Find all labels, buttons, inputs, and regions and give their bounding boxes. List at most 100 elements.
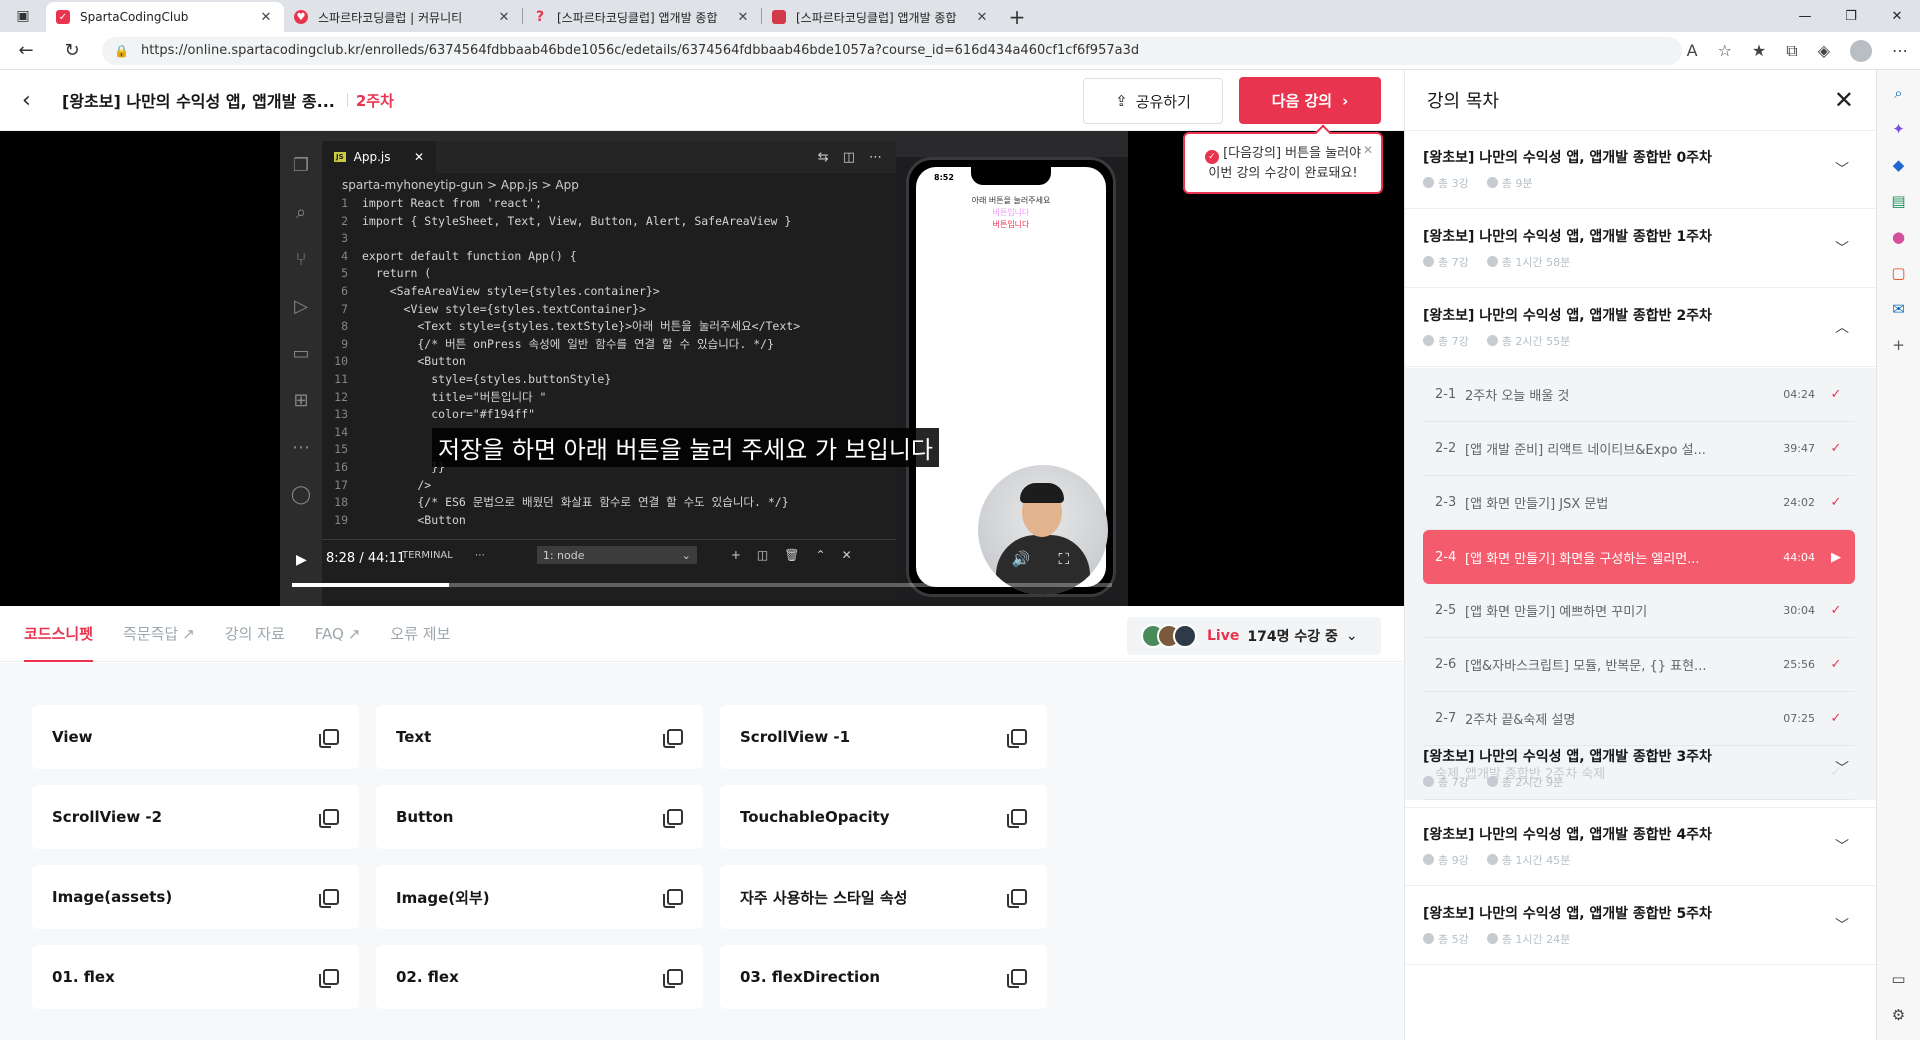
toc-week[interactable]: [왕초보] 나만의 수익성 앱, 앱개발 종합반 3주차 총 7강 총 2시간 9분… bbox=[1405, 730, 1876, 808]
copy-icon[interactable] bbox=[319, 729, 339, 748]
share-button[interactable]: ⇪ 공유하기 bbox=[1083, 78, 1223, 124]
copy-icon[interactable] bbox=[1007, 889, 1027, 908]
copilot-icon[interactable]: ✦ bbox=[1888, 118, 1910, 140]
copy-icon[interactable] bbox=[319, 969, 339, 988]
more-icon[interactable]: ⋮ bbox=[1097, 550, 1112, 568]
toc-week[interactable]: [왕초보] 나만의 수익성 앱, 앱개발 종합반 1주차 총 7강 총 1시간 58… bbox=[1405, 210, 1876, 288]
close-tab-icon[interactable]: ✕ bbox=[496, 10, 512, 25]
fullscreen-icon[interactable]: ⛶ bbox=[1058, 550, 1069, 568]
video-player[interactable]: ❐ ⌕ ⑂ ▷ ▭ ⊞ ⋯ ◯ JS App.js ✕ ⇆ ◫ ⋯ sparta… bbox=[0, 131, 1404, 606]
close-window-icon[interactable]: ✕ bbox=[1874, 0, 1920, 32]
back-arrow-icon[interactable]: ‹ bbox=[22, 88, 62, 113]
snippet-card[interactable]: ScrollView -1 bbox=[720, 705, 1047, 769]
tab-code-snippet[interactable]: 코드스니펫 bbox=[24, 606, 94, 662]
next-lecture-button[interactable]: 다음 강의 › bbox=[1239, 77, 1381, 124]
add-sidebar-icon[interactable]: + bbox=[1888, 334, 1910, 356]
lesson-item[interactable]: 2-2 [앱 개발 준비] 리액트 네이티브&Expo 설... 39:47 ✓ bbox=[1423, 422, 1855, 476]
snippet-card[interactable]: 03. flexDirection bbox=[720, 945, 1047, 1009]
copy-icon[interactable] bbox=[663, 969, 683, 988]
copy-icon[interactable] bbox=[1007, 809, 1027, 828]
extension-icon[interactable]: ◈ bbox=[1818, 41, 1830, 60]
close-tab-icon[interactable]: ✕ bbox=[974, 10, 990, 25]
lesson-count-text: 총 7강 bbox=[1438, 335, 1469, 348]
snippet-card[interactable]: Image(assets) bbox=[32, 865, 359, 929]
copy-icon[interactable] bbox=[319, 809, 339, 828]
tab-report-error[interactable]: 오류 제보 bbox=[390, 606, 450, 662]
volume-icon[interactable]: 🔊 bbox=[1012, 550, 1031, 568]
favorites-icon[interactable]: ★ bbox=[1752, 41, 1766, 60]
lesson-number: 2-2 bbox=[1435, 441, 1457, 456]
profile-avatar-icon[interactable] bbox=[1850, 39, 1872, 62]
toc-week[interactable]: [왕초보] 나만의 수익성 앱, 앱개발 종합반 0주차 총 3강 총 9분 ﹀ bbox=[1405, 131, 1876, 209]
tools-icon[interactable]: ▤ bbox=[1888, 190, 1910, 212]
tab-title: 스파르타코딩클럽 | 커뮤니티 bbox=[318, 10, 463, 25]
shopping-icon[interactable]: ◆ bbox=[1888, 154, 1910, 176]
snippet-card[interactable]: Button bbox=[376, 785, 703, 849]
lesson-item[interactable]: 2-4 [앱 화면 만들기] 화면을 구성하는 엘리먼... 44:04 ▶ bbox=[1423, 530, 1855, 584]
back-icon[interactable]: ← bbox=[6, 35, 46, 67]
close-tab-icon[interactable]: ✕ bbox=[735, 10, 751, 25]
lesson-item[interactable]: 2-3 [앱 화면 만들기] JSX 문법 24:02 ✓ bbox=[1423, 476, 1855, 530]
snippet-card[interactable]: Text bbox=[376, 705, 703, 769]
copy-icon[interactable] bbox=[1007, 969, 1027, 988]
lesson-item[interactable]: 2-5 [앱 화면 만들기] 예쁘하면 꾸미기 30:04 ✓ bbox=[1423, 584, 1855, 638]
close-icon[interactable]: ✕ bbox=[1363, 140, 1373, 160]
tab-actions-icon[interactable]: ▣ bbox=[0, 0, 46, 32]
tab-faq[interactable]: FAQ ↗ bbox=[315, 606, 361, 662]
video-subtitle: 저장을 하면 아래 버튼을 눌러 주세요 가 보입니다 bbox=[432, 428, 940, 467]
refresh-icon[interactable]: ↻ bbox=[52, 35, 92, 67]
office-icon[interactable]: ▢ bbox=[1888, 262, 1910, 284]
snippet-card[interactable]: 01. flex bbox=[32, 945, 359, 1009]
sidebar-layout-icon[interactable]: ▭ bbox=[1888, 968, 1910, 990]
lock-icon[interactable]: 🔒 bbox=[114, 44, 129, 58]
live-viewers-dropdown[interactable]: Live 174명 수강 중 ⌄ bbox=[1127, 617, 1381, 655]
chevron-up-icon[interactable]: ︿ bbox=[1835, 317, 1849, 337]
chevron-down-icon[interactable]: ﹀ bbox=[1835, 836, 1849, 856]
snippet-card[interactable]: 02. flex bbox=[376, 945, 703, 1009]
play-icon[interactable]: ▶ bbox=[296, 552, 307, 568]
outlook-icon[interactable]: ✉ bbox=[1888, 298, 1910, 320]
code-line: 11 style={styles.buttonStyle} bbox=[322, 371, 896, 389]
copy-icon[interactable] bbox=[319, 889, 339, 908]
tab-qna[interactable]: 즉문즉답 ↗ bbox=[123, 606, 195, 662]
copy-icon[interactable] bbox=[663, 729, 683, 748]
browser-tab-3[interactable]: [스파르타코딩클럽] 앱개발 종합 ✕ bbox=[762, 2, 1000, 32]
snippet-card[interactable]: ScrollView -2 bbox=[32, 785, 359, 849]
chevron-down-icon[interactable]: ﹀ bbox=[1835, 758, 1849, 778]
close-tab-icon[interactable]: ✕ bbox=[258, 10, 274, 25]
toc-week[interactable]: [왕초보] 나만의 수익성 앱, 앱개발 종합반 2주차 총 7강 총 2시간 55… bbox=[1405, 289, 1876, 367]
restore-icon[interactable]: ❐ bbox=[1828, 0, 1874, 32]
browser-tab-1[interactable]: ♥ 스파르타코딩클럽 | 커뮤니티 ✕ bbox=[284, 2, 522, 32]
toc-week[interactable]: [왕초보] 나만의 수익성 앱, 앱개발 종합반 5주차 총 5강 총 1시간 24… bbox=[1405, 887, 1876, 965]
games-icon[interactable]: ● bbox=[1888, 226, 1910, 248]
lesson-item[interactable]: 2-1 2주차 오늘 배울 것 04:24 ✓ bbox=[1423, 368, 1855, 422]
snippet-card[interactable]: 자주 사용하는 스타일 속성 bbox=[720, 865, 1047, 929]
live-count: 174명 수강 중 bbox=[1247, 629, 1338, 645]
url-input[interactable]: 🔒 https://online.spartacodingclub.kr/enr… bbox=[102, 36, 1682, 65]
favorite-add-icon[interactable]: ☆ bbox=[1718, 41, 1732, 60]
copy-icon[interactable] bbox=[663, 889, 683, 908]
settings-gear-icon[interactable]: ⚙ bbox=[1888, 1004, 1910, 1026]
chevron-down-icon[interactable]: ﹀ bbox=[1835, 238, 1849, 258]
new-tab-icon[interactable]: + bbox=[1000, 2, 1034, 32]
collections-icon[interactable]: ⧉ bbox=[1786, 41, 1797, 61]
toc-week[interactable]: [왕초보] 나만의 수익성 앱, 앱개발 종합반 4주차 총 9강 총 1시간 45… bbox=[1405, 808, 1876, 886]
browser-tab-0[interactable]: ✓ SpartaCodingClub ✕ bbox=[46, 2, 284, 32]
lesson-item[interactable]: 2-6 [앱&자바스크립트] 모듈, 반복문, {} 표현... 25:56 ✓ bbox=[1423, 638, 1855, 692]
browser-tab-2[interactable]: ? [스파르타코딩클럽] 앱개발 종합 ✕ bbox=[523, 2, 761, 32]
more-menu-icon[interactable]: ⋯ bbox=[1892, 41, 1908, 60]
snippet-card[interactable]: View bbox=[32, 705, 359, 769]
copy-icon[interactable] bbox=[1007, 729, 1027, 748]
search-icon[interactable]: ⌕ bbox=[1888, 82, 1910, 104]
close-icon[interactable]: ✕ bbox=[1834, 86, 1854, 114]
snippet-card[interactable]: Image(외부) bbox=[376, 865, 703, 929]
chevron-down-icon[interactable]: ﹀ bbox=[1835, 159, 1849, 179]
copy-icon[interactable] bbox=[663, 809, 683, 828]
progress-slider[interactable] bbox=[292, 583, 1112, 587]
minimize-icon[interactable]: — bbox=[1782, 0, 1828, 32]
read-aloud-icon[interactable]: A bbox=[1687, 41, 1698, 60]
code-text: import React from 'react'; bbox=[362, 196, 543, 210]
tab-materials[interactable]: 강의 자료 bbox=[225, 606, 285, 662]
chevron-down-icon[interactable]: ﹀ bbox=[1835, 915, 1849, 935]
snippet-card[interactable]: TouchableOpacity bbox=[720, 785, 1047, 849]
